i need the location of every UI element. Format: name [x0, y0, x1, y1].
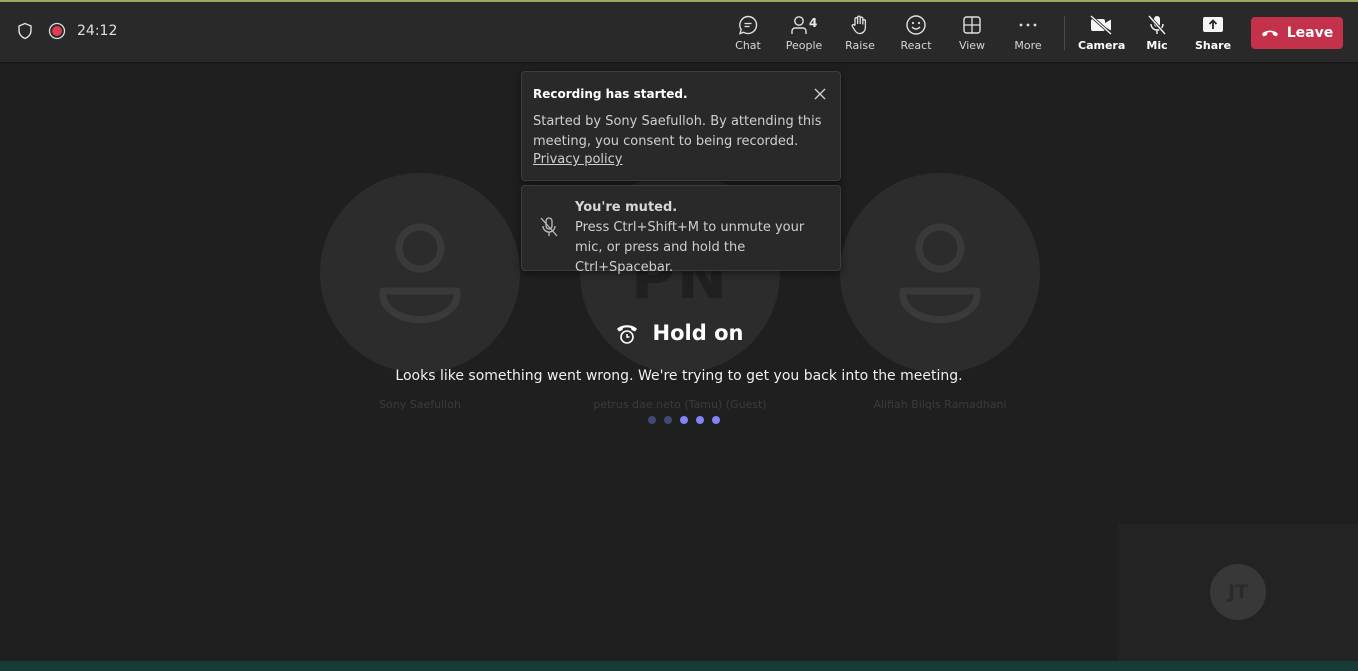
raise-hand-icon — [851, 15, 867, 35]
os-taskbar — [0, 661, 1358, 671]
people-icon — [791, 16, 807, 34]
people-button[interactable]: 4 People — [781, 12, 827, 56]
camera-off-icon — [1089, 14, 1113, 36]
person-placeholder-icon — [379, 223, 461, 323]
react-button[interactable]: React — [893, 12, 939, 56]
meeting-toolbar: 24:12 Chat 4 People Raise React View Mor… — [0, 2, 1358, 62]
leave-label: Leave — [1286, 25, 1334, 41]
share-label: Share — [1194, 39, 1232, 52]
raise-label: Raise — [845, 39, 875, 52]
loading-dot — [712, 416, 720, 424]
recording-notification-body: Started by Sony Saefulloh. By attending … — [533, 114, 822, 149]
share-screen-icon — [1203, 17, 1223, 32]
chat-button[interactable]: Chat — [725, 12, 771, 56]
privacy-policy-link[interactable]: Privacy policy — [533, 152, 622, 167]
camera-button[interactable]: Camera — [1078, 12, 1126, 56]
loading-dot — [664, 416, 672, 424]
react-label: React — [900, 39, 932, 52]
share-button[interactable]: Share — [1190, 12, 1236, 56]
reconnect-message: Looks like something went wrong. We're t… — [395, 368, 963, 384]
reconnect-title: Hold on — [652, 321, 744, 345]
more-button[interactable]: More — [1005, 12, 1051, 56]
recording-indicator-icon[interactable] — [48, 22, 66, 40]
participant-name: Alifiah Bilqis Ramadhani — [873, 398, 1007, 411]
raise-hand-button[interactable]: Raise — [837, 12, 883, 56]
shield-icon — [18, 22, 32, 40]
chat-icon — [738, 15, 758, 35]
leave-button[interactable]: Leave — [1251, 17, 1343, 49]
muted-notification: You're muted. Press Ctrl+Shift+M to unmu… — [521, 185, 841, 275]
self-avatar-initials: JT — [1210, 564, 1266, 620]
toolbar-divider — [1064, 16, 1065, 50]
view-button[interactable]: View — [949, 12, 995, 56]
phone-clock-icon — [616, 325, 637, 344]
more-label: More — [1014, 39, 1042, 52]
people-label: People — [785, 39, 823, 52]
loading-dot — [648, 416, 656, 424]
loading-dot — [680, 416, 688, 424]
muted-notification-body: Press Ctrl+Shift+M to unmute your mic, o… — [575, 220, 805, 275]
hang-up-icon — [1261, 30, 1278, 37]
mic-label: Mic — [1146, 39, 1168, 52]
recording-notification-title: Recording has started. — [533, 87, 688, 101]
more-dots-icon — [1019, 23, 1037, 27]
close-icon[interactable] — [812, 86, 828, 102]
loading-dots — [648, 416, 728, 424]
self-view-tile[interactable]: JT — [1118, 524, 1358, 661]
smiley-icon — [906, 15, 926, 35]
people-count-badge: 4 — [809, 16, 818, 30]
participant-name: Sony Saefulloh — [379, 398, 461, 411]
security-indicator[interactable] — [16, 22, 34, 40]
view-label: View — [958, 39, 986, 52]
loading-dot — [696, 416, 704, 424]
chat-label: Chat — [735, 39, 761, 52]
camera-label: Camera — [1078, 39, 1126, 52]
recording-notification: Recording has started. Started by Sony S… — [521, 71, 841, 181]
mic-button[interactable]: Mic — [1134, 12, 1180, 56]
mic-off-icon — [1147, 15, 1167, 35]
muted-notification-title: You're muted. — [575, 200, 678, 215]
layout-grid-icon — [963, 16, 981, 34]
meeting-timer: 24:12 — [77, 23, 118, 39]
reconnect-heading: Hold on — [0, 321, 1358, 345]
participant-name: petrus dae neto (Tamu) (Guest) — [593, 398, 767, 411]
person-placeholder-icon — [899, 223, 981, 323]
mic-off-icon — [540, 217, 558, 237]
